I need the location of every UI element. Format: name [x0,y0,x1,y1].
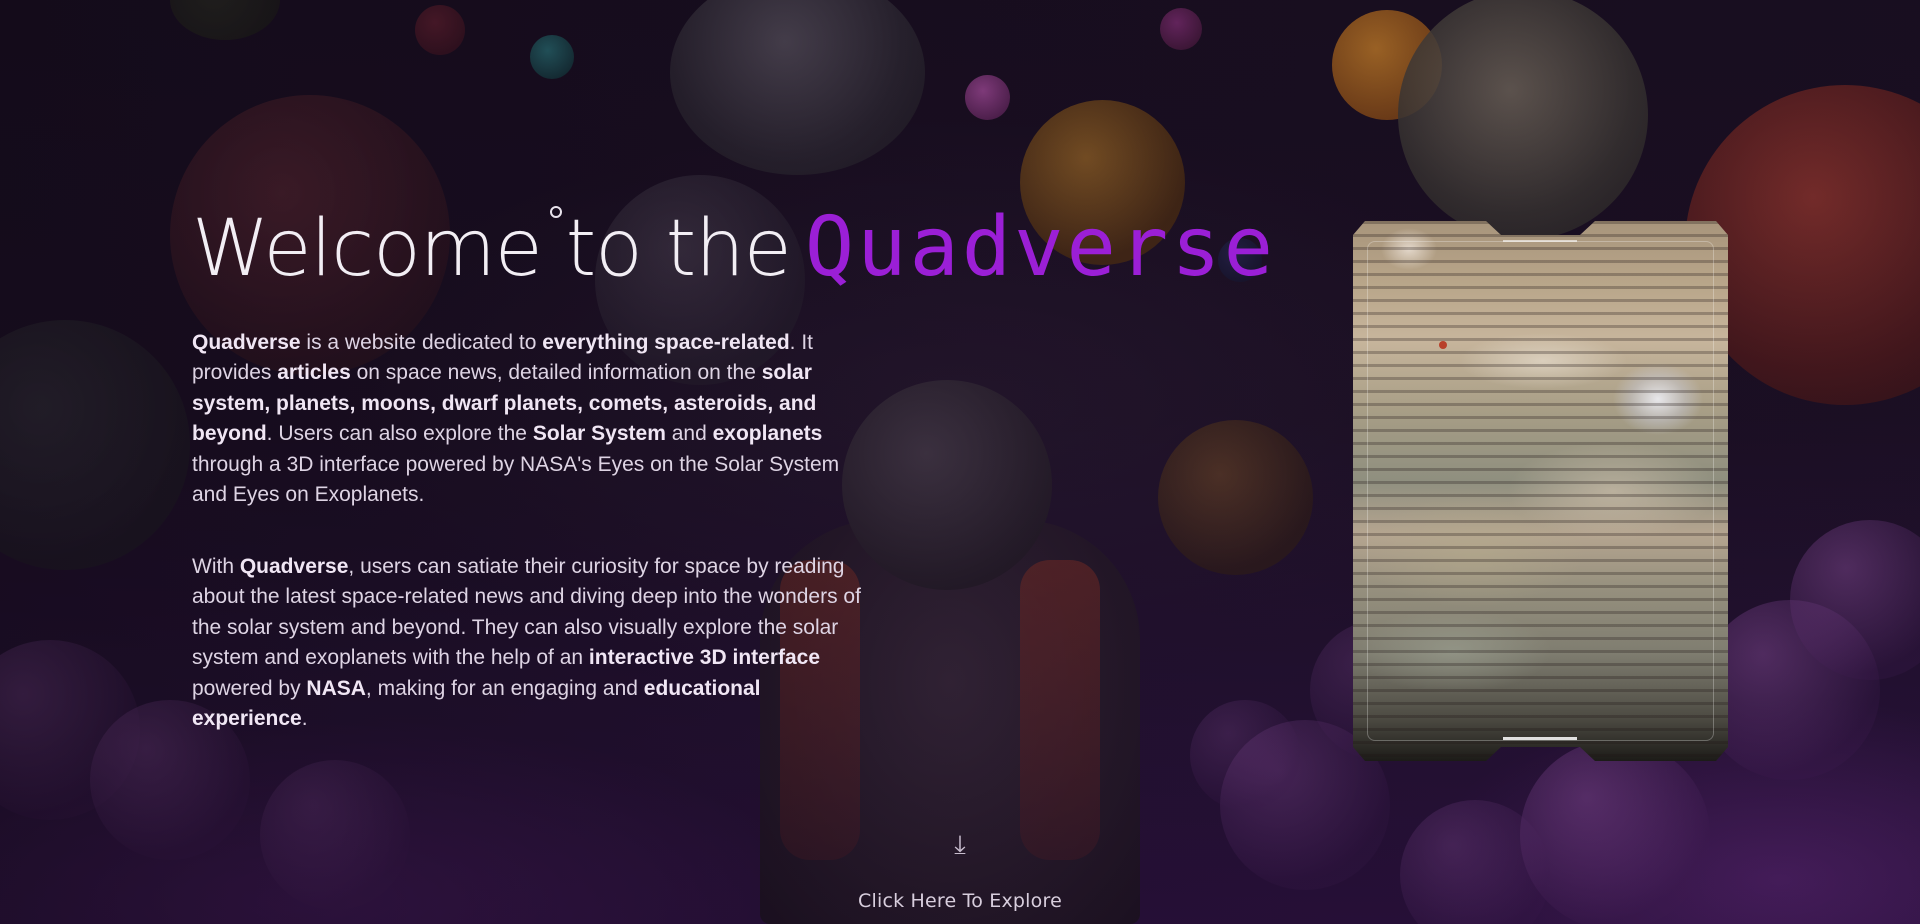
body-text: , making for an engaging and [365,676,644,700]
body-text: and [665,422,713,446]
card-frame [1367,241,1714,741]
body-text: With [192,555,240,578]
intro-paragraph-2: With Quadverse, users can satiate their … [192,552,872,735]
brand-name: Quadverse [804,200,1277,295]
highlight-text: Quadverse [239,555,349,578]
body-text: . Users can also explore the [266,422,533,446]
intro-paragraph-1: Quadverse is a website dedicated to ever… [192,328,872,511]
body-text: through a 3D interface powered by NASA's… [192,452,840,507]
highlight-text: interactive 3D interface [588,646,821,670]
body-text: powered by [192,676,307,700]
body-text: on space news, detailed information on t… [350,361,762,385]
highlight-text: Solar System [532,422,666,446]
highlight-text: NASA [306,676,366,700]
card-bottom-bar [1503,737,1577,740]
body-text: is a website dedicated to [300,331,543,354]
body-text: . [301,707,308,731]
explore-link[interactable]: Click Here To Explore [0,890,1920,912]
title-decoration-dot [550,206,562,218]
highlight-text: Quadverse [192,331,301,354]
planet-showcase-card [1353,221,1728,761]
title-prefix: Welcome to the [192,204,792,294]
highlight-text: everything space-related [542,331,790,354]
arrow-down-icon[interactable]: ⤓ [945,830,975,860]
highlight-text: articles [277,361,351,385]
highlight-text: exoplanets [712,422,823,446]
page-title: Welcome to the Quadverse [192,200,1276,295]
card-top-bar [1503,240,1577,242]
